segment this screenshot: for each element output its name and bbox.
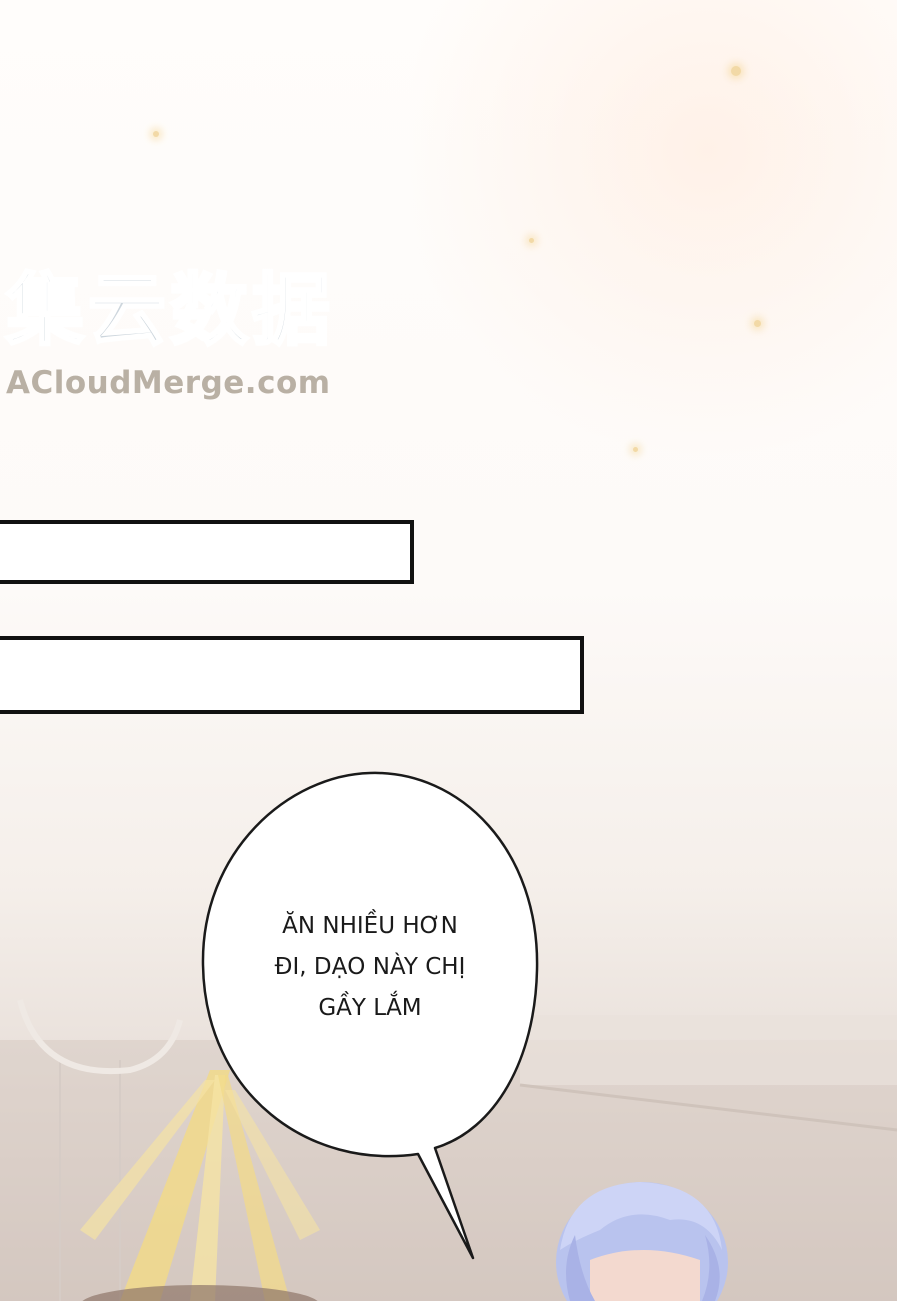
speech-bubble	[201, 771, 539, 1260]
speech-line: GẦY LẮM	[318, 995, 422, 1021]
speech-line: ĂN NHIỀU HƠN	[282, 913, 458, 939]
speech-line: ĐI, DẠO NÀY CHỊ	[274, 954, 466, 980]
speech-bubble-text: ĂN NHIỀU HƠN ĐI, DẠO NÀY CHỊ GẦY LẮM	[222, 906, 518, 1029]
comic-panel: 集云数据 ACloudMerge.com ĂN NHIỀU HƠN ĐI, DẠ…	[0, 0, 897, 1301]
